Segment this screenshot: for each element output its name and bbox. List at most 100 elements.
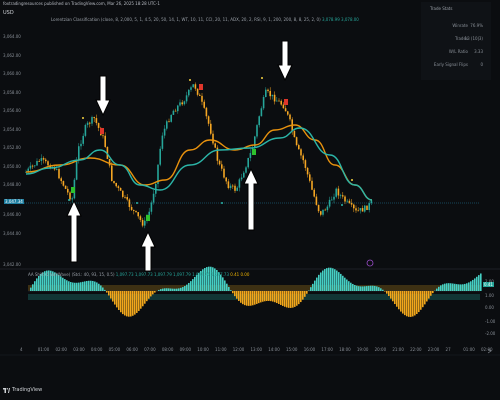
oscillator-bar bbox=[36, 278, 38, 291]
sell-signal-marker[interactable] bbox=[199, 84, 203, 90]
oscillator-bar bbox=[372, 285, 374, 291]
sell-signal-marker[interactable] bbox=[284, 99, 288, 105]
oscillator-legend[interactable]: AA Shift (ChartWave) (Std.: 40, 93, 15, … bbox=[28, 272, 249, 277]
candle-body bbox=[62, 181, 65, 186]
sell-signal-marker[interactable] bbox=[100, 128, 104, 134]
candle-body bbox=[71, 198, 73, 200]
candle-body bbox=[60, 178, 62, 182]
oscillator-bar bbox=[228, 286, 230, 291]
time-axis[interactable]: 4 01:00 02:00 03:00 04:00 05:00 06:00 07:00 08:0… bbox=[0, 345, 500, 355]
time-tick: 11:00 bbox=[215, 347, 227, 352]
candle-body bbox=[56, 169, 58, 170]
oscillator-bar bbox=[396, 291, 398, 307]
oscillator-bar bbox=[384, 291, 386, 292]
time-tick: 23:00 bbox=[427, 347, 440, 352]
price-tick: 3,046.00 bbox=[3, 212, 21, 217]
oscillator-bar bbox=[310, 287, 312, 291]
time-tick: 20:00 bbox=[374, 347, 387, 352]
oscillator-bar bbox=[78, 282, 80, 291]
oscillator-bar bbox=[166, 288, 168, 291]
candle-body bbox=[247, 157, 249, 168]
oscillator-bar bbox=[286, 291, 288, 308]
time-tick: 15:00 bbox=[285, 347, 298, 352]
candle-body bbox=[284, 108, 287, 112]
candle-body bbox=[364, 205, 366, 212]
up-arrow-annotation bbox=[243, 167, 259, 231]
candle-body bbox=[309, 174, 311, 181]
candle-body bbox=[225, 177, 227, 182]
oscillator-bar bbox=[388, 291, 390, 297]
oscillator-bar bbox=[102, 287, 104, 291]
candle-body bbox=[353, 204, 355, 209]
oscillator-bar bbox=[400, 291, 402, 312]
oscillator-bar bbox=[334, 269, 336, 291]
oscillator-bar bbox=[342, 275, 344, 291]
time-tick: 04:00 bbox=[90, 347, 103, 352]
oscillator-bar bbox=[430, 291, 432, 296]
candle-body bbox=[306, 167, 309, 175]
candle-body bbox=[234, 185, 236, 191]
time-tick: 01:00 bbox=[463, 347, 475, 352]
oscillator-bar bbox=[258, 291, 260, 304]
buy-signal-marker[interactable] bbox=[146, 215, 150, 221]
candle-body bbox=[339, 195, 342, 197]
candle-body bbox=[168, 121, 170, 123]
oscillator-bar bbox=[224, 280, 226, 291]
candle-body bbox=[313, 189, 315, 197]
candle-body bbox=[262, 97, 265, 109]
candle-body bbox=[75, 160, 78, 180]
down-arrow-annotation bbox=[277, 40, 293, 82]
oscillator-bar bbox=[238, 291, 240, 301]
oscillator-bar bbox=[356, 285, 358, 291]
alert-circle-icon[interactable] bbox=[366, 259, 374, 267]
candle-body bbox=[183, 101, 186, 105]
oscillator-bar bbox=[94, 281, 96, 291]
brand-name: TradingView bbox=[12, 387, 43, 393]
oscillator-bar bbox=[478, 275, 480, 291]
oscillator-bar bbox=[118, 291, 120, 310]
time-tick: 10:00 bbox=[197, 347, 209, 352]
oscillator-bar bbox=[394, 291, 396, 305]
candle-body bbox=[177, 105, 179, 112]
price-chart-canvas[interactable] bbox=[0, 0, 500, 400]
candle-body bbox=[58, 169, 60, 179]
oscillator-bar bbox=[280, 291, 282, 305]
current-price-tag: 3,047.34 bbox=[4, 199, 24, 204]
candle-body bbox=[45, 159, 47, 162]
candle-body bbox=[29, 165, 32, 169]
oscillator-bar bbox=[456, 284, 458, 291]
candle-body bbox=[42, 158, 45, 160]
oscillator-bar bbox=[120, 291, 122, 313]
price-tick: 3,044.00 bbox=[3, 231, 21, 236]
candle-body bbox=[278, 100, 280, 102]
time-tick: 08:00 bbox=[161, 347, 174, 352]
oscillator-bar bbox=[378, 287, 380, 291]
buy-signal-marker[interactable] bbox=[71, 187, 75, 193]
oscillator-bar bbox=[104, 289, 106, 291]
signal-dot bbox=[341, 204, 343, 206]
time-tick: 03:00 bbox=[73, 347, 85, 352]
candle-body bbox=[185, 95, 188, 102]
oscillator-bar bbox=[30, 287, 32, 291]
oscillator-bar bbox=[196, 274, 198, 291]
oscillator-bar bbox=[114, 291, 116, 305]
candle-body bbox=[201, 95, 203, 102]
signal-dot bbox=[351, 179, 353, 181]
oscillator-bar bbox=[242, 291, 244, 305]
oscillator-bar bbox=[368, 285, 370, 291]
candle-body bbox=[166, 121, 168, 129]
oscillator-yellow-values: 0.41 0.00 bbox=[230, 272, 250, 277]
tradingview-branding[interactable]: TradingView bbox=[3, 387, 42, 393]
oscillator-bar bbox=[230, 290, 232, 291]
oscillator-bar bbox=[80, 282, 82, 291]
oscillator-bar bbox=[398, 291, 400, 310]
buy-signal-marker[interactable] bbox=[252, 149, 256, 155]
time-tick: 02:00 bbox=[55, 347, 67, 352]
candle-body bbox=[229, 185, 232, 189]
candle-body bbox=[256, 125, 258, 137]
oscillator-bar bbox=[410, 291, 412, 317]
candle-body bbox=[210, 123, 212, 134]
candle-body bbox=[174, 110, 177, 112]
candle-body bbox=[115, 182, 117, 187]
time-tick: 4 bbox=[20, 347, 23, 352]
